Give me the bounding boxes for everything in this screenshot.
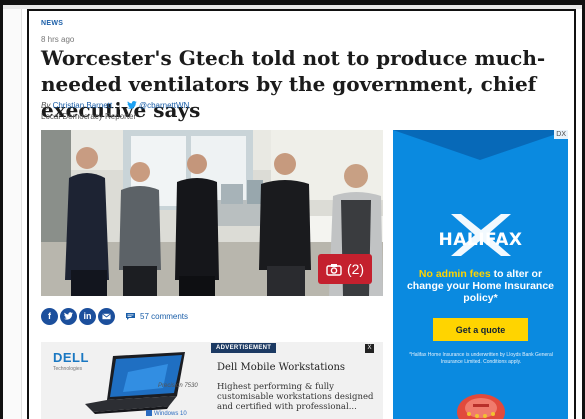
section-label[interactable]: NEWS: [41, 20, 63, 27]
email-icon[interactable]: [98, 307, 115, 325]
promo-title[interactable]: Dell Mobile Workstations: [217, 362, 345, 373]
ad-headline: No admin fees to alter or change your Ho…: [403, 268, 558, 304]
dell-promo-card[interactable]: DELL Technologies Precision 7530 Windows…: [41, 342, 383, 419]
ad-choices-badge[interactable]: DX: [554, 130, 568, 139]
photo-gallery-count: (2): [346, 261, 365, 277]
author-link[interactable]: Christian Barnett: [53, 101, 113, 110]
article-hero-photo[interactable]: (2): [41, 130, 383, 296]
halifax-brand-name: HALIFAX: [438, 230, 523, 250]
byline: By Christian Barnett | @cbarnettWN: [41, 101, 189, 110]
byline-divider: |: [118, 101, 121, 110]
piggy-bank-icon: [457, 394, 505, 419]
twitter-handle-link[interactable]: @cbarnettWN: [139, 101, 189, 110]
get-a-quote-button[interactable]: Get a quote: [433, 318, 528, 341]
windows-logo-icon: [146, 410, 152, 416]
comments-link[interactable]: 57 comments: [125, 312, 188, 321]
left-scroll-gutter: [3, 9, 22, 419]
halifax-ad-banner[interactable]: DX HALIFAX No admin fees to alter or cha…: [393, 130, 568, 419]
linkedin-icon[interactable]: in: [79, 307, 96, 325]
windows-badge: Windows 10: [146, 410, 187, 417]
twitter-icon: [126, 101, 137, 109]
comments-count: 57 comments: [140, 311, 189, 321]
ad-headline-highlight: No admin fees: [418, 268, 491, 280]
author-role: Local Democracy Reporter: [41, 112, 137, 121]
ad-terms-text: *Halifax Home Insurance is underwritten …: [409, 352, 553, 365]
facebook-icon[interactable]: f: [41, 307, 58, 325]
publish-time: 8 hrs ago: [41, 35, 75, 44]
promo-description: Highest performing & fully customisable …: [217, 382, 374, 412]
advertisement-tag: ADVERTISEMENT: [211, 343, 277, 353]
promo-close-button[interactable]: X: [365, 344, 374, 353]
camera-icon: [326, 263, 342, 276]
laptop-model-name: Precision 7530: [158, 383, 198, 389]
twitter-icon[interactable]: [60, 307, 77, 325]
share-bar: f in 57 comments: [41, 306, 188, 326]
ad-chevron-shape: [393, 130, 568, 160]
byline-prefix: By: [41, 101, 51, 110]
photo-gallery-button[interactable]: (2): [318, 254, 372, 284]
windows-badge-label: Windows 10: [154, 411, 187, 417]
comment-bubble-icon: [126, 312, 135, 320]
